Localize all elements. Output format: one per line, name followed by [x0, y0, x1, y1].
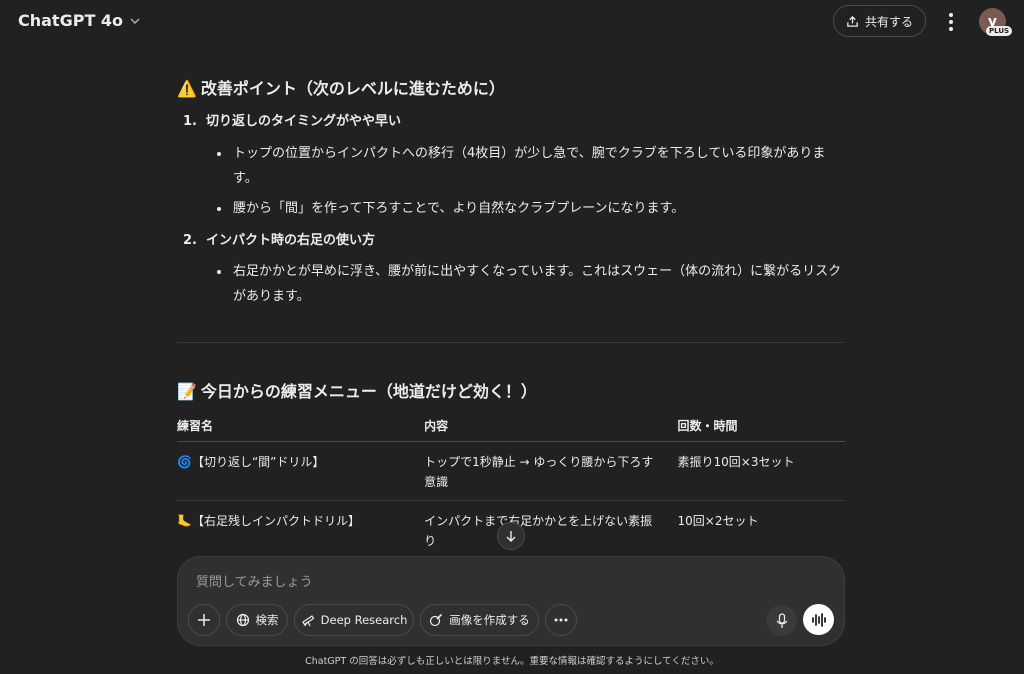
practice-reps: 素振り10回×3セット — [677, 441, 845, 501]
plus-icon — [198, 614, 210, 626]
arrow-down-icon — [506, 531, 516, 542]
improve-item-2-bullet-1: 右足かかとが早めに浮き、腰が前に出やすくなっています。これはスウェー（体の流れ）… — [217, 259, 845, 309]
voice-mode-button[interactable] — [803, 604, 834, 635]
telescope-icon — [301, 615, 314, 627]
divider — [177, 342, 845, 343]
dictate-button[interactable] — [766, 605, 797, 636]
plan-badge: PLUS — [986, 26, 1013, 36]
practice-name-cell: 🌀【切り返し“間”ドリル】 — [177, 441, 425, 501]
improve-item-1-title: 1. 切り返しのタイミングがやや早い — [183, 109, 401, 134]
image-brush-icon — [430, 613, 443, 627]
warning-emoji: ⚠️ — [177, 79, 197, 98]
scroll-to-bottom-button[interactable] — [497, 522, 525, 550]
improve-heading: ⚠️ 改善ポイント（次のレベルに進むために） — [177, 76, 505, 101]
practice-content: インパクトまで右足かかとを上げない素振り — [424, 500, 678, 550]
practice-heading-text: 今日からの練習メニュー（地道だけど効く！） — [200, 382, 537, 401]
search-label: 検索 — [255, 613, 279, 627]
voice-wave-icon — [811, 612, 826, 627]
table-row: 🌀【切り返し“間”ドリル】 トップで1秒静止 → ゆっくり腰から下ろす意識 素振… — [177, 441, 845, 501]
improve-item-2-title: 2. インパクト時の右足の使い方 — [183, 228, 375, 253]
create-image-button[interactable]: 画像を作成する — [420, 604, 539, 636]
item-title: インパクト時の右足の使い方 — [206, 233, 376, 248]
deep-research-button[interactable]: Deep Research — [294, 604, 414, 636]
microphone-icon — [776, 612, 787, 628]
deep-research-label: Deep Research — [320, 613, 408, 627]
ellipsis-icon — [554, 618, 568, 622]
item-number: 2. — [183, 233, 197, 248]
search-button[interactable]: 検索 — [226, 604, 288, 636]
column-header: 練習名 — [177, 411, 425, 442]
attach-button[interactable] — [188, 604, 220, 636]
item-title: 切り返しのタイミングがやや早い — [206, 114, 402, 129]
practice-reps: 10回×2セット — [677, 500, 845, 550]
improve-item-1-bullet-2: 腰から「間」を作って下ろすことで、より自然なクラブプレーンになります。 — [217, 196, 845, 221]
practice-content: トップで1秒静止 → ゆっくり腰から下ろす意識 — [424, 441, 678, 501]
create-image-label: 画像を作成する — [449, 613, 530, 627]
globe-icon — [236, 613, 249, 627]
cyclone-emoji: 🌀 — [177, 455, 192, 469]
practice-heading: 📝 今日からの練習メニュー（地道だけど効く！） — [177, 379, 537, 404]
share-label: 共有する — [864, 14, 913, 29]
share-button[interactable]: 共有する — [833, 5, 926, 37]
memo-emoji: 📝 — [177, 382, 197, 401]
improve-item-1-bullet-1: トップの位置からインパクトへの移行（4枚目）が少し急で、腕でクラブを下ろしている… — [217, 141, 845, 191]
more-vertical-icon[interactable] — [944, 10, 958, 34]
model-name: ChatGPT 4o — [18, 11, 124, 30]
practice-name-cell: 🦶【右足残しインパクトドリル】 — [177, 500, 425, 550]
composer: 質問してみましょう 検索 Deep Research 画像を作成する — [177, 556, 845, 646]
foot-emoji: 🦶 — [177, 514, 192, 528]
share-icon — [847, 15, 858, 27]
column-header: 内容 — [424, 411, 678, 442]
message-input[interactable]: 質問してみましょう — [196, 571, 313, 590]
item-number: 1. — [183, 114, 197, 129]
practice-name: 【右足残しインパクトドリル】 — [191, 514, 360, 528]
assistant-message: ⚠️ 改善ポイント（次のレベルに進むために） 1. 切り返しのタイミングがやや早… — [177, 60, 845, 550]
model-selector[interactable]: ChatGPT 4o — [18, 11, 141, 30]
table-header-row: 練習名 内容 回数・時間 — [177, 411, 845, 442]
improve-heading-text: 改善ポイント（次のレベルに進むために） — [200, 79, 505, 98]
disclaimer: ChatGPT の回答は必ずしも正しいとは限りません。重要な情報は確認するように… — [305, 656, 719, 667]
column-header: 回数・時間 — [677, 411, 845, 442]
top-bar: ChatGPT 4o 共有する y PLUS — [0, 0, 1024, 46]
more-tools-button[interactable] — [545, 604, 577, 636]
practice-name: 【切り返し“間”ドリル】 — [191, 455, 325, 469]
chevron-down-icon — [130, 18, 140, 24]
